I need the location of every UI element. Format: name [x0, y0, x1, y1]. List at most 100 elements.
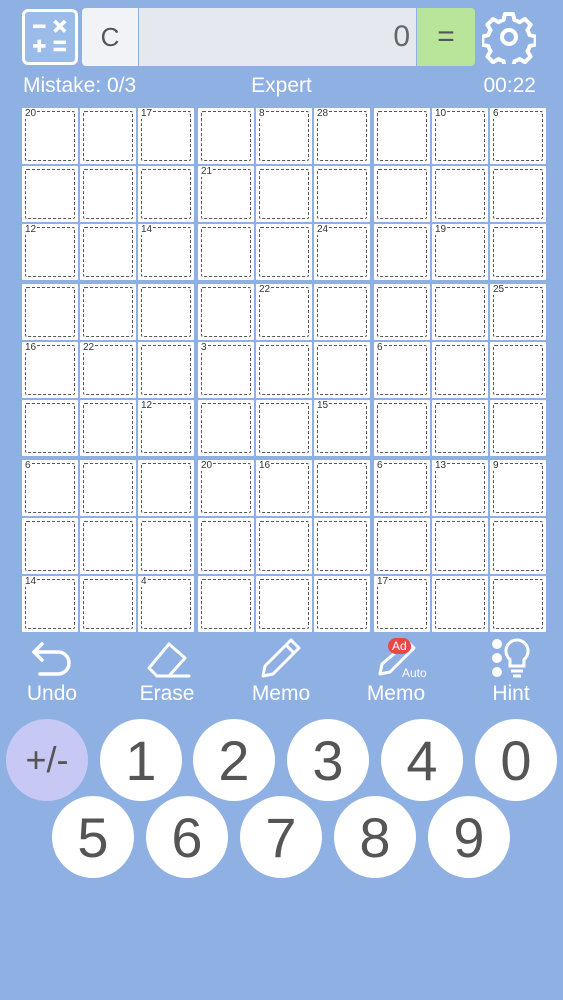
board-cell[interactable]: [198, 284, 254, 340]
board-cell[interactable]: [314, 518, 370, 574]
key-sign-toggle[interactable]: +/-: [6, 719, 88, 801]
board-cell[interactable]: 17: [374, 576, 430, 632]
board-cell[interactable]: 3: [198, 342, 254, 398]
board-cell[interactable]: [256, 576, 312, 632]
board-cell[interactable]: [374, 166, 430, 222]
board-cell[interactable]: 13: [432, 460, 488, 516]
board-cell[interactable]: [490, 166, 546, 222]
board-cell[interactable]: [374, 518, 430, 574]
board-cell[interactable]: [374, 224, 430, 280]
board-cell[interactable]: 14: [22, 576, 78, 632]
board-cell[interactable]: 6: [374, 460, 430, 516]
key-8[interactable]: 8: [334, 796, 416, 878]
board-cell[interactable]: [314, 576, 370, 632]
clear-button[interactable]: C: [82, 8, 138, 66]
board-cell[interactable]: 12: [22, 224, 78, 280]
board-cell[interactable]: 17: [138, 108, 194, 164]
board-cell[interactable]: 9: [490, 460, 546, 516]
settings-button[interactable]: [482, 10, 536, 64]
board-cell[interactable]: [314, 460, 370, 516]
board-cell[interactable]: [256, 518, 312, 574]
key-5[interactable]: 5: [52, 796, 134, 878]
board-cell[interactable]: [256, 400, 312, 456]
hint-button[interactable]: Hint: [461, 636, 561, 708]
key-3[interactable]: 3: [287, 719, 369, 801]
board-cell[interactable]: [314, 284, 370, 340]
board-cell[interactable]: [80, 460, 136, 516]
board-cell[interactable]: [374, 400, 430, 456]
auto-memo-button[interactable]: Ad Auto Memo: [346, 636, 446, 708]
board-cell[interactable]: [80, 400, 136, 456]
key-1[interactable]: 1: [100, 719, 182, 801]
board-cell[interactable]: [138, 342, 194, 398]
board-cell[interactable]: 4: [138, 576, 194, 632]
key-4[interactable]: 4: [381, 719, 463, 801]
undo-button[interactable]: Undo: [2, 636, 102, 708]
board-cell[interactable]: 16: [22, 342, 78, 398]
key-7[interactable]: 7: [240, 796, 322, 878]
board-cell[interactable]: [22, 400, 78, 456]
board-cell[interactable]: [80, 166, 136, 222]
board-cell[interactable]: [374, 108, 430, 164]
board-cell[interactable]: 6: [22, 460, 78, 516]
board-cell[interactable]: [374, 284, 430, 340]
board-cell[interactable]: 12: [138, 400, 194, 456]
board-cell[interactable]: [432, 400, 488, 456]
key-6[interactable]: 6: [146, 796, 228, 878]
board-cell[interactable]: 6: [490, 108, 546, 164]
board-cell[interactable]: [198, 518, 254, 574]
board-cell[interactable]: [22, 284, 78, 340]
board-cell[interactable]: [80, 224, 136, 280]
board-cell[interactable]: [314, 342, 370, 398]
board-cell[interactable]: 15: [314, 400, 370, 456]
board-cell[interactable]: 8: [256, 108, 312, 164]
board-cell[interactable]: [198, 108, 254, 164]
board-cell[interactable]: 24: [314, 224, 370, 280]
board-cell[interactable]: 10: [432, 108, 488, 164]
board-cell[interactable]: [138, 518, 194, 574]
key-9[interactable]: 9: [428, 796, 510, 878]
board-cell[interactable]: 6: [374, 342, 430, 398]
board-cell[interactable]: [490, 576, 546, 632]
calculator-button[interactable]: [22, 9, 78, 65]
board-cell[interactable]: [138, 166, 194, 222]
board-cell[interactable]: [432, 518, 488, 574]
board-cell[interactable]: [138, 460, 194, 516]
board-cell[interactable]: 20: [198, 460, 254, 516]
board-cell[interactable]: [432, 166, 488, 222]
board-cell[interactable]: [432, 342, 488, 398]
board-cell[interactable]: 22: [256, 284, 312, 340]
board-cell[interactable]: [432, 284, 488, 340]
board-cell[interactable]: [490, 224, 546, 280]
board-cell[interactable]: [80, 284, 136, 340]
board-cell[interactable]: [80, 518, 136, 574]
board-cell[interactable]: [256, 166, 312, 222]
board-cell[interactable]: 21: [198, 166, 254, 222]
board-cell[interactable]: [80, 576, 136, 632]
erase-button[interactable]: Erase: [117, 636, 217, 708]
board-cell[interactable]: [432, 576, 488, 632]
board-cell[interactable]: 16: [256, 460, 312, 516]
board-cell[interactable]: [490, 400, 546, 456]
equals-button[interactable]: =: [417, 8, 475, 66]
board-cell[interactable]: [256, 224, 312, 280]
board-cell[interactable]: [22, 166, 78, 222]
board-cell[interactable]: 25: [490, 284, 546, 340]
memo-button[interactable]: Memo: [231, 636, 331, 708]
board-cell[interactable]: [138, 284, 194, 340]
board-cell[interactable]: [198, 224, 254, 280]
board-cell[interactable]: [22, 518, 78, 574]
key-0[interactable]: 0: [475, 719, 557, 801]
board-cell[interactable]: 28: [314, 108, 370, 164]
board-cell[interactable]: [256, 342, 312, 398]
board-cell[interactable]: [198, 400, 254, 456]
board-cell[interactable]: [80, 108, 136, 164]
board-cell[interactable]: [490, 518, 546, 574]
board-cell[interactable]: 22: [80, 342, 136, 398]
board-cell[interactable]: 14: [138, 224, 194, 280]
board-cell[interactable]: [198, 576, 254, 632]
key-2[interactable]: 2: [193, 719, 275, 801]
board-cell[interactable]: [490, 342, 546, 398]
board-cell[interactable]: 19: [432, 224, 488, 280]
board-cell[interactable]: [314, 166, 370, 222]
